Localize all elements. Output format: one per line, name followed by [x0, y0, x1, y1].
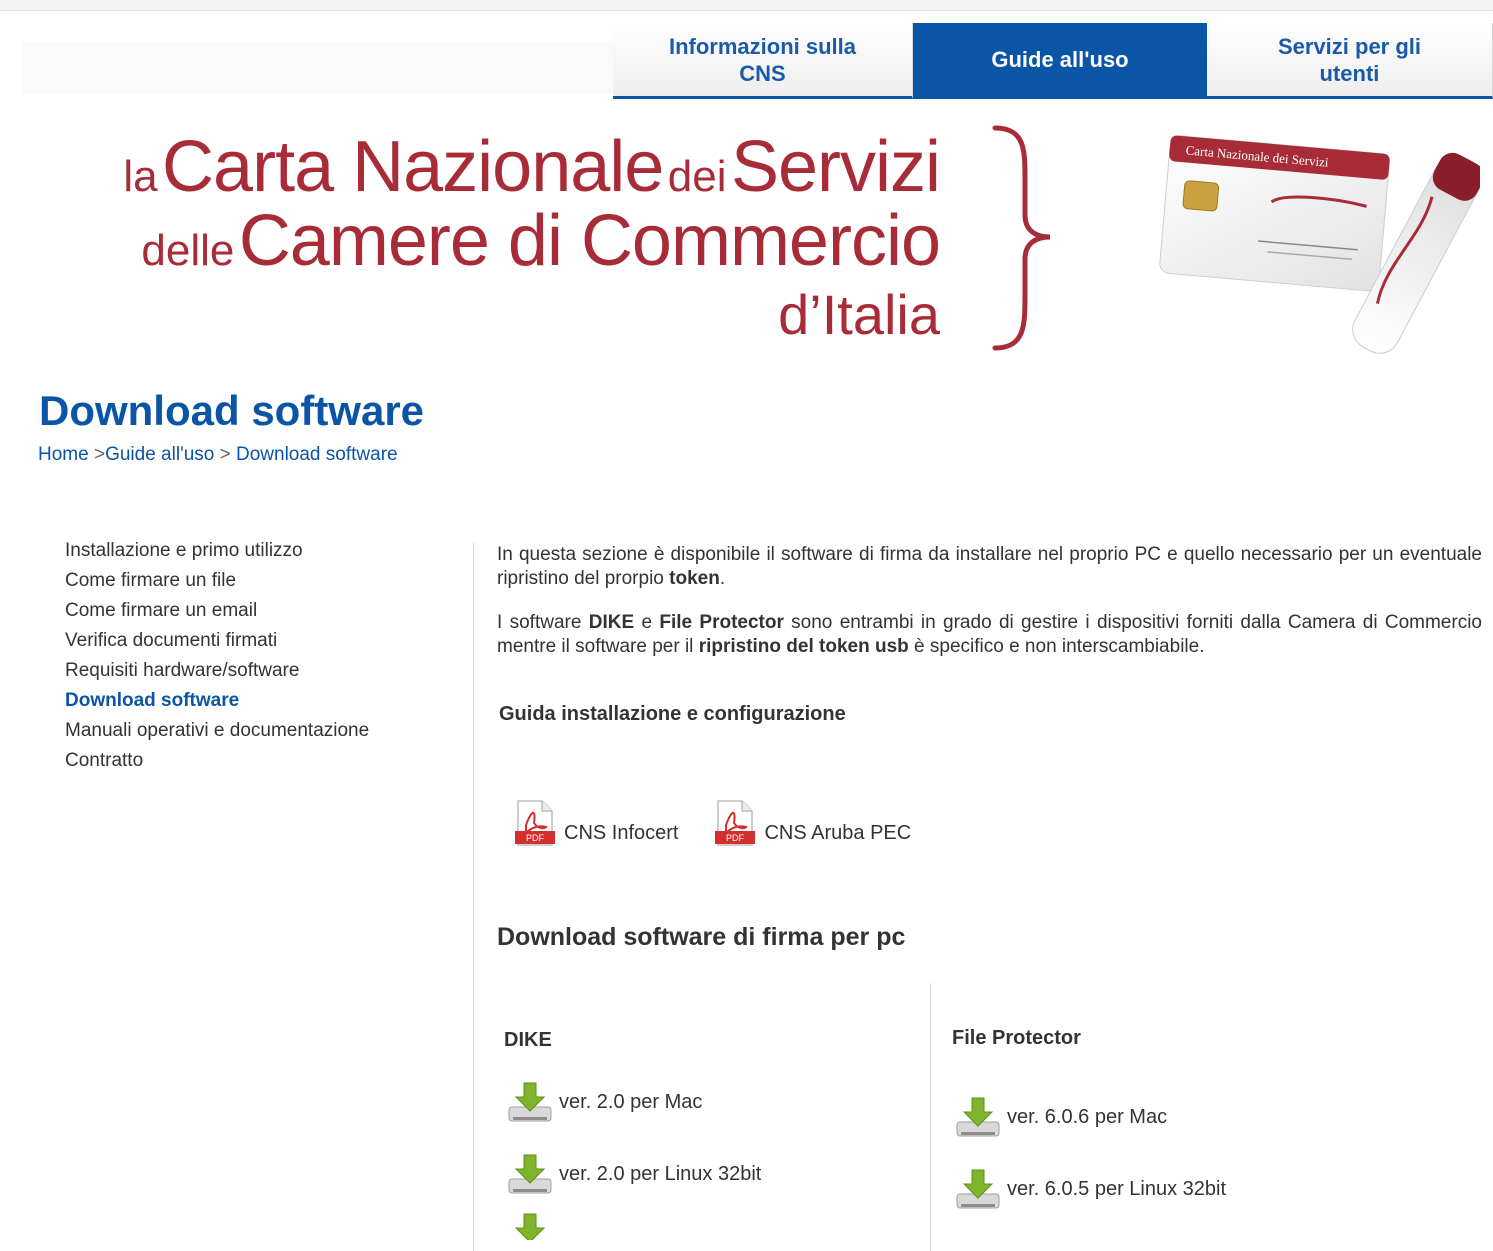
text-bold: File Protector — [659, 612, 784, 633]
pdf-icon: PDF — [715, 800, 756, 846]
text-run: e — [634, 612, 660, 633]
pdf-link-infocert[interactable]: PDF CNS Infocert — [514, 799, 678, 847]
browser-top-strip — [0, 0, 1493, 11]
tab-label-line1: Informazioni sulla — [668, 33, 857, 59]
pdf-link-label: CNS Infocert — [564, 822, 679, 844]
download-icon — [508, 1154, 552, 1194]
sidenav-item-verifica[interactable]: Verifica documenti firmati — [65, 626, 445, 656]
download-label: ver. 2.0 per Mac — [559, 1090, 703, 1113]
page-title: Download software — [39, 387, 425, 434]
text-run: In questa sezione è disponibile il softw… — [497, 544, 1482, 589]
breadcrumb-home[interactable]: Home — [38, 444, 89, 465]
cns-card-token-image: Carta Nazionale dei Servizi — [1159, 135, 1480, 354]
tab-label-line1: Servizi per gli — [1277, 33, 1422, 59]
download-label: ver. 6.0.5 per Linux 32bit — [1007, 1177, 1227, 1200]
breadcrumb: Home >Guide all'uso > Download software — [38, 444, 398, 466]
banner-word: Carta Nazionale — [162, 127, 664, 207]
download-link-fp-mac[interactable]: ver. 6.0.6 per Mac — [955, 1087, 1295, 1147]
breadcrumb-current[interactable]: Download software — [236, 444, 398, 465]
site-banner: la Carta Nazionale dei Servizi delle Cam… — [0, 120, 1493, 360]
sidenav-item-requisiti[interactable]: Requisiti hardware/software — [65, 656, 445, 686]
pdf-link-aruba[interactable]: PDF CNS Aruba PEC — [714, 799, 911, 847]
sidenav-item-installazione[interactable]: Installazione e primo utilizzo — [65, 536, 445, 566]
download-link-dike-linux32[interactable]: ver. 2.0 per Linux 32bit — [507, 1144, 807, 1204]
download-icon — [508, 1082, 552, 1122]
header-band — [22, 42, 622, 94]
download-icon — [514, 1213, 546, 1240]
download-label: ver. 2.0 per Linux 32bit — [559, 1162, 762, 1185]
pdf-icon: PDF — [515, 800, 555, 846]
breadcrumb-separator: > — [219, 444, 231, 465]
banner-word: dei — [667, 152, 727, 201]
column-divider — [473, 543, 474, 1251]
sidenav-item-contratto[interactable]: Contratto — [65, 746, 445, 776]
download-icon — [956, 1169, 1000, 1209]
download-link-fp-linux32[interactable]: ver. 6.0.5 per Linux 32bit — [955, 1159, 1295, 1219]
banner-word: la — [123, 152, 158, 201]
sidenav-item-download[interactable]: Download software — [65, 686, 445, 716]
tab-guide-uso[interactable]: Guide all'uso — [913, 23, 1207, 99]
download-link-dike-next[interactable] — [507, 1210, 807, 1240]
text-bold: DIKE — [588, 612, 635, 633]
breadcrumb-separator: > — [93, 444, 106, 465]
side-navigation: Installazione e primo utilizzo Come firm… — [65, 536, 445, 776]
banner-logotype: la Carta Nazionale dei Servizi delle Cam… — [123, 127, 941, 352]
software-paragraph: I software DIKE e File Protector sono en… — [497, 611, 1482, 659]
download-column-divider — [930, 983, 931, 1251]
sidenav-item-firmare-file[interactable]: Come firmare un file — [65, 566, 445, 596]
guide-heading: Guida installazione e configurazione — [499, 703, 846, 725]
tab-informazioni-cns[interactable]: Informazioni sulla CNS — [613, 23, 913, 99]
dike-column: DIKE ver. 2.0 per Mac ver. 2.0 per Linux… — [504, 1029, 761, 1240]
curly-brace-icon — [992, 125, 1051, 351]
intro-paragraph: In questa sezione è disponibile il softw… — [497, 543, 1482, 591]
download-heading: Download software di firma per pc — [497, 923, 906, 951]
text-run: . — [719, 568, 726, 589]
text-bold: ripristino del token usb — [698, 636, 909, 657]
banner-word: Servizi — [730, 127, 941, 207]
banner-word: delle — [141, 226, 235, 275]
pdf-icon-text: PDF — [726, 833, 745, 843]
sidenav-item-manuali[interactable]: Manuali operativi e documentazione — [65, 716, 445, 746]
download-label: ver. 6.0.6 per Mac — [1007, 1105, 1168, 1128]
main-nav-tabs: Informazioni sulla CNS Guide all'uso Serv… — [613, 23, 1493, 99]
pdf-icon-text: PDF — [526, 833, 545, 843]
download-icon — [956, 1097, 1000, 1137]
breadcrumb-guide[interactable]: Guide all'uso — [105, 444, 214, 465]
pdf-links: PDF CNS Infocert PDF CNS Aruba PEC — [514, 799, 947, 847]
download-link-dike-mac[interactable]: ver. 2.0 per Mac — [507, 1072, 807, 1132]
tab-servizi-utenti[interactable]: Servizi per gli utenti — [1207, 23, 1493, 99]
fileprotector-title: File Protector — [952, 1027, 1081, 1049]
fileprotector-column: File Protector ver. 6.0.6 per Mac ver. 6… — [952, 1027, 1226, 1209]
tab-label: Guide all'uso — [991, 47, 1129, 72]
pdf-link-label: CNS Aruba PEC — [764, 822, 912, 844]
text-run: I software — [497, 612, 589, 633]
text-run: è specifico e non interscambiabile. — [908, 636, 1205, 657]
banner-word: Camere di Commercio — [238, 201, 941, 281]
tab-label-line2: utenti — [1319, 60, 1380, 86]
banner-word: d’Italia — [778, 283, 940, 346]
sidenav-item-firmare-email[interactable]: Come firmare un email — [65, 596, 445, 626]
tab-label-line2: CNS — [739, 60, 786, 86]
dike-title: DIKE — [504, 1029, 552, 1051]
text-bold: token — [669, 568, 720, 589]
